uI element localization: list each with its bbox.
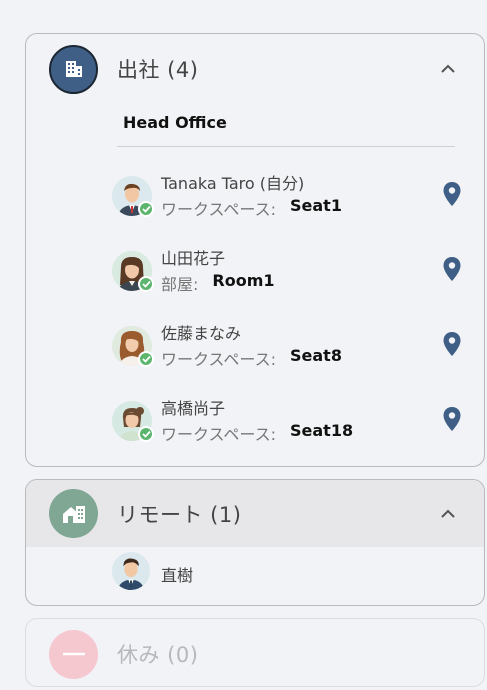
avatar (112, 552, 150, 590)
location-divider (117, 146, 455, 147)
check-icon (138, 201, 154, 217)
member-row[interactable]: Tanaka Taro (自分) ワークスペース: Seat1 (112, 170, 462, 222)
member-seat: ワークスペース: Seat18 (161, 421, 353, 445)
location-pin-icon[interactable] (442, 406, 462, 432)
chevron-up-icon[interactable] (440, 506, 456, 522)
off-group-header[interactable]: 休み (0) (26, 619, 484, 686)
avatar (112, 251, 154, 292)
avatar (112, 326, 154, 367)
avatar (112, 401, 154, 442)
seat-value: Seat1 (290, 196, 342, 215)
member-name: Tanaka Taro (自分) (161, 174, 305, 193)
seat-label: ワークスペース: (161, 425, 276, 444)
office-group-title: 出社 (4) (117, 58, 199, 82)
seat-label: ワークスペース: (161, 350, 276, 369)
check-icon (138, 426, 154, 442)
member-seat: 部屋: Room1 (161, 271, 275, 295)
minus-circle-icon (49, 629, 98, 679)
location-pin-icon[interactable] (442, 256, 462, 282)
check-icon (138, 276, 154, 292)
member-name: 直樹 (161, 566, 194, 585)
seat-value: Seat8 (290, 346, 342, 365)
office-group-header[interactable]: 出社 (4) (26, 34, 484, 104)
seat-label: 部屋: (161, 275, 199, 294)
chevron-up-icon[interactable] (440, 61, 456, 77)
remote-group-header[interactable]: リモート (1) (26, 480, 484, 547)
member-row[interactable]: 高橋尚子 ワークスペース: Seat18 (112, 395, 462, 447)
member-row[interactable]: 山田花子 部屋: Room1 (112, 245, 462, 297)
member-seat: ワークスペース: Seat8 (161, 346, 342, 370)
off-group-card: 休み (0) (25, 618, 485, 687)
off-group-title: 休み (0) (117, 643, 199, 667)
seat-value: Seat18 (290, 421, 354, 440)
remote-group-card: リモート (1) 直樹 (25, 479, 485, 606)
check-icon (138, 351, 154, 367)
avatar (112, 176, 154, 217)
location-pin-icon[interactable] (442, 331, 462, 357)
member-name: 高橋尚子 (161, 399, 226, 418)
location-pin-icon[interactable] (442, 181, 462, 207)
office-building-icon (49, 44, 98, 94)
member-row[interactable]: 佐藤まなみ ワークスペース: Seat8 (112, 320, 462, 372)
seat-label: ワークスペース: (161, 200, 276, 219)
seat-value: Room1 (212, 271, 275, 290)
remote-group-title: リモート (1) (117, 502, 242, 527)
home-office-icon (49, 489, 98, 538)
member-name: 山田花子 (161, 249, 226, 268)
member-name: 佐藤まなみ (161, 324, 242, 343)
office-group-card: 出社 (4) Head Office Tanaka Taro (自分) ワークス… (25, 33, 485, 467)
location-name: Head Office (123, 113, 227, 132)
member-seat: ワークスペース: Seat1 (161, 196, 342, 220)
